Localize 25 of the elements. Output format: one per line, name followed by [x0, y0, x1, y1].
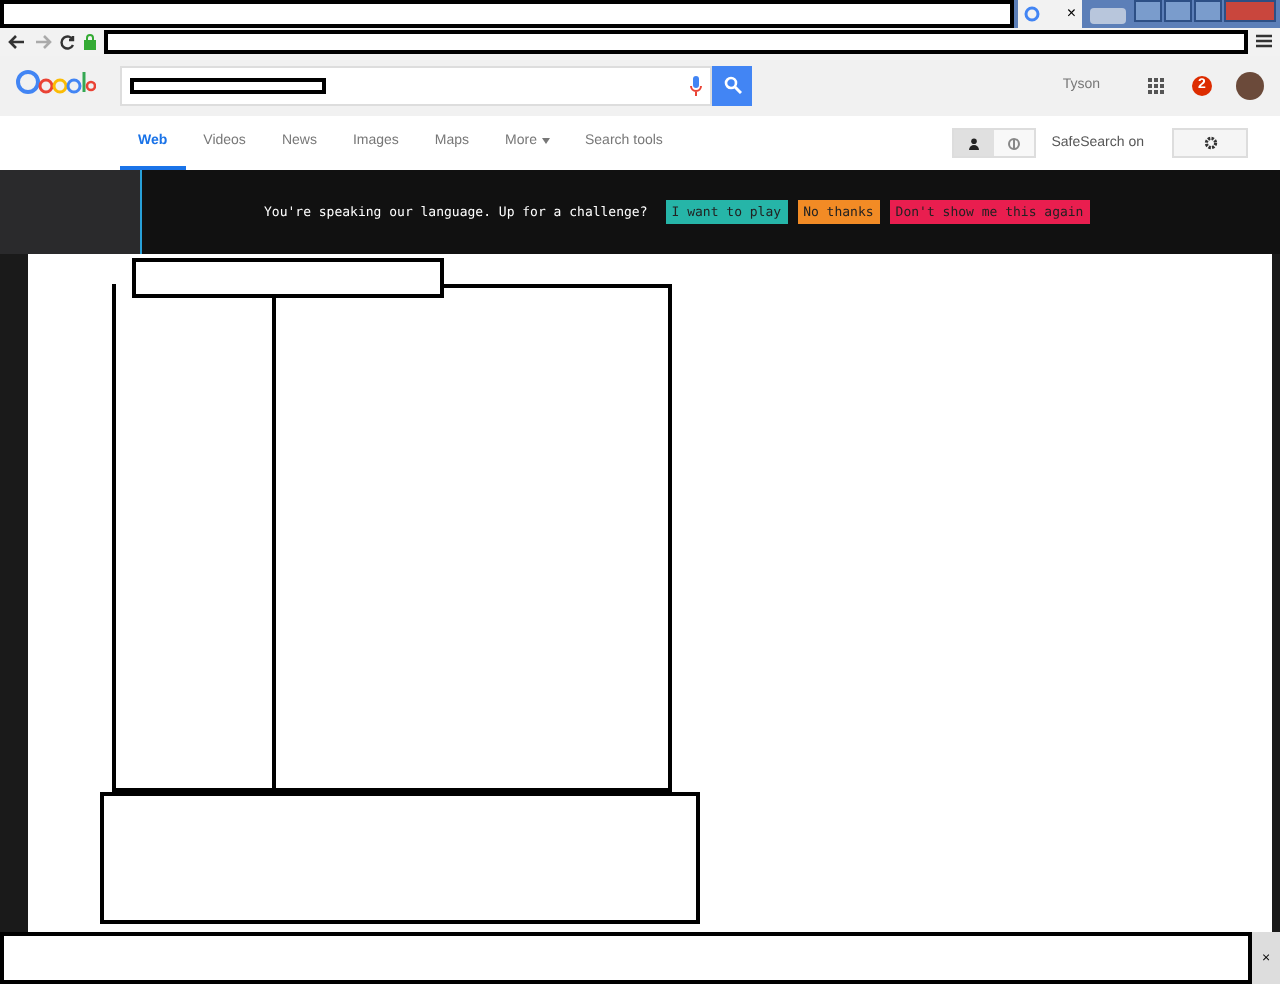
- search-icon: [723, 76, 741, 95]
- favicon-icon: [1024, 5, 1040, 22]
- back-icon[interactable]: [8, 33, 26, 50]
- profile-button[interactable]: [1134, 0, 1162, 22]
- view-toggle[interactable]: [993, 130, 1034, 157]
- lock-icon: [84, 33, 96, 50]
- person-icon: [967, 137, 980, 150]
- settings-button[interactable]: [1172, 128, 1248, 159]
- apps-grid-icon[interactable]: [1148, 77, 1164, 94]
- search-button[interactable]: [712, 65, 752, 106]
- close-tab-button[interactable]: ×: [1066, 4, 1076, 23]
- address-field[interactable]: [104, 29, 1248, 54]
- settings-icon: [1203, 136, 1217, 151]
- search-field[interactable]: [120, 65, 712, 106]
- browser-tab[interactable]: ×: [1018, 0, 1082, 28]
- side-panel: [0, 170, 142, 255]
- menu-icon[interactable]: [1256, 34, 1272, 49]
- view-toggle[interactable]: [953, 130, 994, 157]
- microphone-icon[interactable]: [690, 75, 702, 96]
- forward-icon[interactable]: [34, 33, 52, 50]
- globe-icon: [1007, 137, 1020, 150]
- maximize-button[interactable]: [1194, 0, 1222, 22]
- minimize-button[interactable]: [1164, 0, 1192, 22]
- avatar[interactable]: [1236, 71, 1264, 100]
- reload-icon[interactable]: [60, 33, 76, 50]
